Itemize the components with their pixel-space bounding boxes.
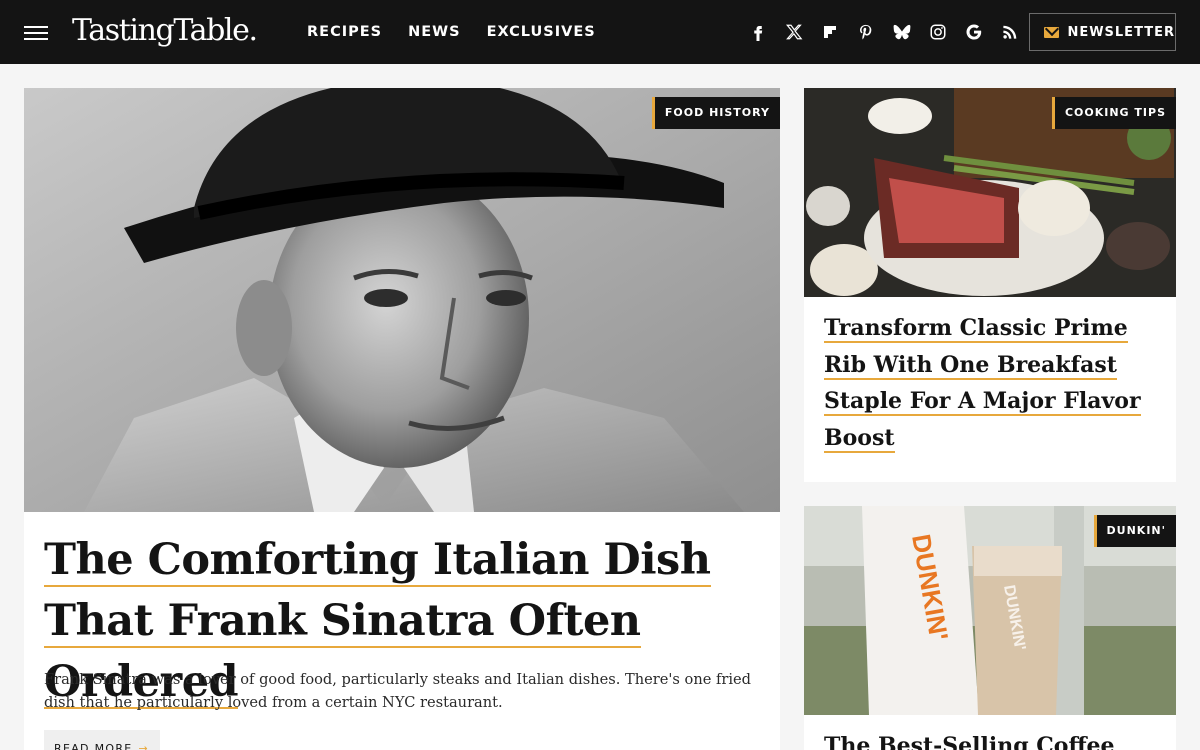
google-icon[interactable] — [956, 20, 992, 44]
bluesky-icon[interactable] — [884, 20, 920, 44]
featured-article-card: FOOD HISTORY The Comforting Italian Dish… — [24, 88, 780, 750]
envelope-icon — [1044, 26, 1060, 38]
category-tag[interactable]: FOOD HISTORY — [651, 97, 780, 129]
facebook-icon[interactable] — [740, 20, 776, 44]
read-more-button[interactable]: READ MORE → — [44, 730, 160, 750]
read-more-label: READ MORE — [54, 742, 133, 750]
side-article-title-2[interactable]: The Best-Selling Coffee — [824, 728, 1144, 750]
x-icon[interactable] — [776, 20, 812, 44]
rss-icon[interactable] — [992, 20, 1028, 44]
side-article-card-2: DUNKIN' DUNKIN' DUNKIN' The Best-Selling… — [804, 506, 1176, 750]
site-header: TastingTable. RECIPES NEWS EXCLUSIVES NE… — [0, 0, 1200, 64]
menu-icon[interactable] — [24, 26, 48, 40]
newsletter-label: NEWSLETTER — [1067, 24, 1175, 40]
side-article-title-1[interactable]: Transform Classic Prime Rib With One Bre… — [824, 310, 1144, 456]
featured-article-description: Frank Sinatra was a lover of good food, … — [44, 671, 752, 711]
featured-article-image[interactable]: FOOD HISTORY — [24, 88, 780, 512]
arrow-right-icon: → — [138, 742, 150, 750]
instagram-icon[interactable] — [920, 20, 956, 44]
pinterest-icon[interactable] — [848, 20, 884, 44]
site-logo[interactable]: TastingTable. — [72, 13, 258, 49]
category-tag[interactable]: DUNKIN' — [1093, 515, 1176, 547]
nav-news[interactable]: NEWS — [408, 22, 460, 42]
newsletter-button[interactable]: NEWSLETTER — [1029, 13, 1176, 51]
side-article-image-2[interactable]: DUNKIN' DUNKIN' DUNKIN' — [804, 506, 1176, 715]
side-article-card-1: COOKING TIPS Transform Classic Prime Rib… — [804, 88, 1176, 482]
category-tag[interactable]: COOKING TIPS — [1051, 97, 1176, 129]
nav-exclusives[interactable]: EXCLUSIVES — [487, 22, 596, 42]
flipboard-icon[interactable] — [812, 20, 848, 44]
main-nav: RECIPES NEWS EXCLUSIVES — [307, 22, 622, 42]
side-article-image-1[interactable]: COOKING TIPS — [804, 88, 1176, 297]
social-links — [740, 20, 1028, 44]
nav-recipes[interactable]: RECIPES — [307, 22, 382, 42]
